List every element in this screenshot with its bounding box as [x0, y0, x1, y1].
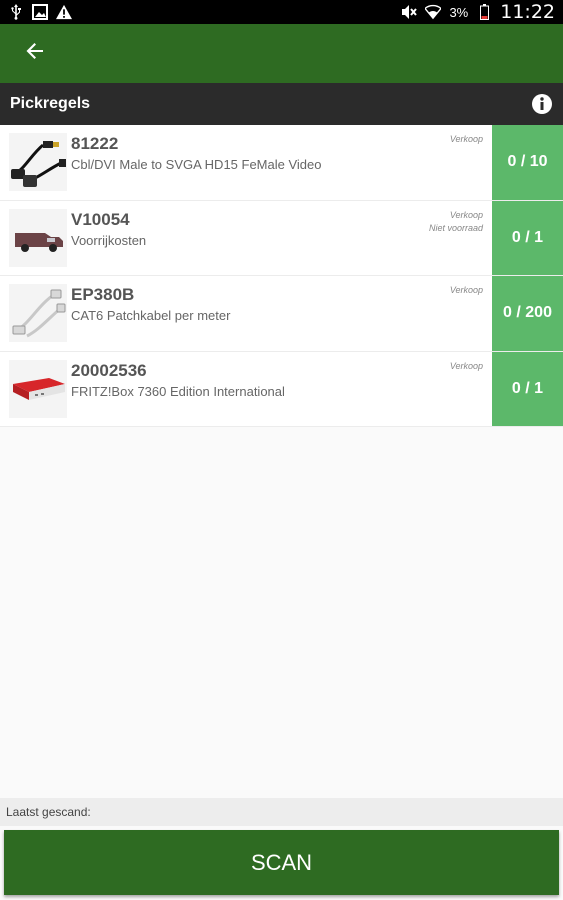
usb-icon [8, 4, 24, 20]
item-code: 20002536 [71, 360, 147, 380]
pick-list: 81222 Cbl/DVI Male to SVGA HD15 FeMale V… [0, 125, 563, 427]
item-tag: Verkoop [449, 134, 483, 144]
battery-icon [476, 4, 492, 20]
item-description: Cbl/DVI Male to SVGA HD15 FeMale Video [71, 157, 322, 172]
battery-percent: 3% [449, 4, 469, 20]
section-header: Pickregels [0, 83, 563, 125]
item-tag: Verkoop [449, 360, 483, 371]
quantity-badge[interactable]: 0 / 10 [492, 125, 563, 200]
app-bar [0, 24, 563, 83]
info-button[interactable] [531, 93, 553, 115]
item-tags: Verkoop [450, 284, 483, 297]
item-code: EP380B [71, 285, 135, 304]
item-tag: Niet voorraad [428, 222, 483, 233]
last-scanned-label: Laatst gescand: [0, 798, 563, 826]
item-code: V10054 [71, 209, 130, 229]
quantity-badge[interactable]: 0 / 1 [492, 200, 563, 275]
clock: 11:22 [500, 1, 555, 23]
item-tags: Verkoop [450, 133, 483, 146]
item-description: FRITZ!Box 7360 Edition International [71, 383, 285, 399]
patch-cable-image [9, 284, 67, 342]
item-description: CAT6 Patchkabel per meter [71, 308, 231, 323]
van-image [9, 208, 67, 267]
cable-image [9, 133, 67, 191]
status-bar: 3% 11:22 [0, 0, 563, 24]
info-icon [532, 94, 552, 114]
wifi-icon [425, 4, 442, 20]
router-image [9, 359, 67, 418]
mute-icon [401, 4, 418, 20]
item-tag: Verkoop [449, 209, 483, 220]
list-item[interactable]: 81222 Cbl/DVI Male to SVGA HD15 FeMale V… [0, 125, 563, 201]
status-bar-right: 3% 11:22 [401, 1, 555, 23]
list-item[interactable]: EP380B CAT6 Patchkabel per meter Verkoop… [0, 276, 563, 352]
quantity-badge[interactable]: 0 / 200 [492, 276, 563, 351]
item-tags: Verkoop [450, 360, 483, 373]
back-button[interactable] [20, 39, 50, 69]
status-bar-left [8, 4, 72, 20]
item-code: 81222 [71, 134, 119, 153]
item-tag: Verkoop [449, 285, 483, 295]
scan-button[interactable]: SCAN [4, 830, 559, 895]
item-description: Voorrijkosten [71, 232, 147, 248]
item-tags: Verkoop Niet voorraad [429, 209, 483, 235]
quantity-badge[interactable]: 0 / 1 [492, 351, 563, 426]
warning-icon [56, 4, 72, 20]
list-item[interactable]: V10054 Voorrijkosten Verkoop Niet voorra… [0, 200, 563, 276]
section-title: Pickregels [10, 95, 91, 112]
arrow-left-icon [26, 42, 44, 65]
list-item[interactable]: 20002536 FRITZ!Box 7360 Edition Internat… [0, 351, 563, 427]
image-icon [32, 4, 48, 20]
